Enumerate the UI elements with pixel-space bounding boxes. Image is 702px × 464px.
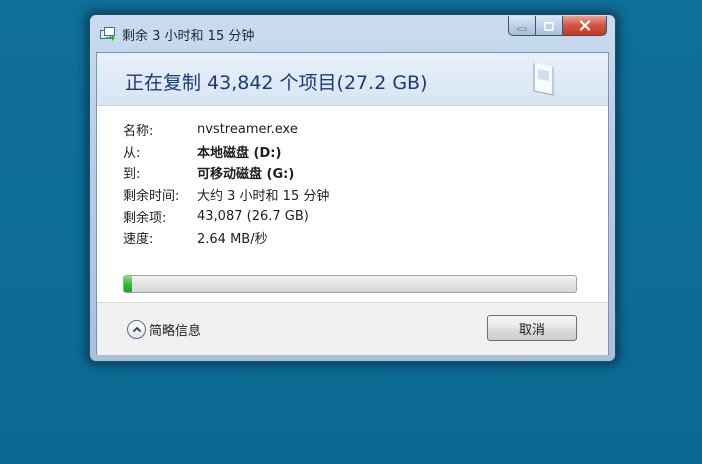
cancel-button[interactable]: 取消 — [487, 315, 577, 341]
minimize-button[interactable] — [508, 16, 536, 36]
detail-row-to: 到: 可移动磁盘 (G:) — [123, 162, 583, 184]
fewer-details-label: 简略信息 — [149, 324, 202, 339]
detail-value: 可移动磁盘 (G:) — [197, 167, 295, 183]
detail-row-name: 名称: nvstreamer.exe — [123, 119, 583, 141]
detail-label: 速度: — [123, 232, 154, 248]
detail-label: 名称: — [123, 124, 154, 140]
progress-fill — [124, 276, 132, 292]
copy-progress-bar — [123, 275, 577, 293]
copy-dialog: 剩余 3 小时和 15 分钟 正在复制 43,842 个项目(27.2 GB) — [89, 14, 616, 362]
close-icon — [579, 16, 591, 35]
window-title: 剩余 3 小时和 15 分钟 — [122, 29, 255, 44]
header-band: 正在复制 43,842 个项目(27.2 GB) — [97, 53, 608, 106]
detail-value: 43,087 (26.7 GB) — [197, 208, 309, 224]
copy-status-title: 正在复制 43,842 个项目(27.2 GB) — [125, 72, 428, 94]
detail-label: 到: — [123, 167, 141, 183]
fewer-details-toggle[interactable]: 简略信息 — [127, 320, 201, 339]
copy-window-icon — [100, 26, 116, 41]
close-button[interactable] — [563, 16, 607, 36]
detail-row-items-remaining: 剩余项: 43,087 (26.7 GB) — [123, 205, 583, 227]
caption-buttons — [508, 16, 607, 36]
minimize-icon — [517, 16, 527, 35]
maximize-button[interactable] — [536, 16, 563, 36]
maximize-icon — [544, 16, 554, 35]
detail-row-speed: 速度: 2.64 MB/秒 — [123, 227, 583, 249]
detail-label: 剩余项: — [123, 210, 167, 226]
dialog-footer: 简略信息 取消 — [97, 302, 608, 355]
detail-value: 2.64 MB/秒 — [197, 232, 268, 248]
detail-label: 从: — [123, 145, 141, 161]
title-bar[interactable]: 剩余 3 小时和 15 分钟 — [90, 15, 615, 51]
copy-details: 名称: nvstreamer.exe 从: 本地磁盘 (D:) 到: 可移动磁盘… — [123, 119, 583, 249]
chevron-up-icon — [127, 320, 146, 339]
document-icon — [531, 61, 557, 97]
dialog-content: 正在复制 43,842 个项目(27.2 GB) 名称: nvstreamer.… — [96, 52, 609, 355]
detail-label: 剩余时间: — [123, 189, 180, 205]
detail-value: nvstreamer.exe — [197, 122, 298, 138]
detail-value: 本地磁盘 (D:) — [197, 145, 282, 161]
detail-row-time-remaining: 剩余时间: 大约 3 小时和 15 分钟 — [123, 184, 583, 206]
detail-value: 大约 3 小时和 15 分钟 — [197, 189, 330, 205]
detail-row-from: 从: 本地磁盘 (D:) — [123, 141, 583, 163]
